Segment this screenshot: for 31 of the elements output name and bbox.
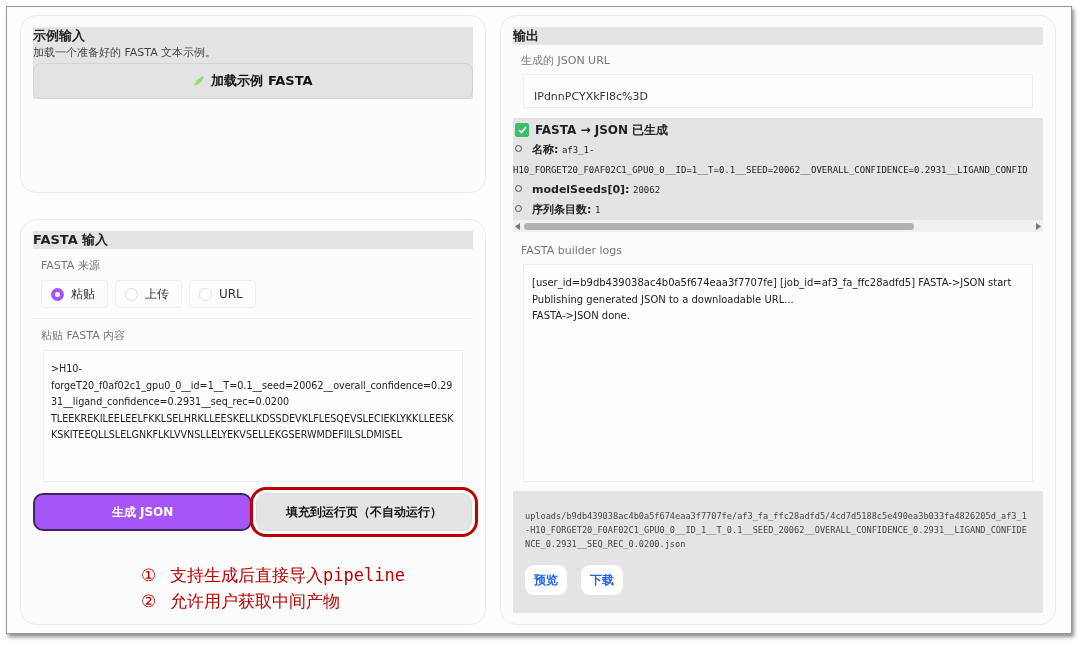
url-field[interactable]: IPdnnPCYXkFl8c%3D — [523, 74, 1033, 108]
radio-option[interactable]: 粘贴 — [41, 280, 108, 308]
logs-area: [user_id=b9db439038ac4b0a5f674eaa3f7707fe] [job_id=af3_fa_ffc28adfd5] FASTA->JSON start Publishing generated JSON to a downloadable URL... FASTA->JSON done. — [523, 264, 1033, 482]
fasta-text-area[interactable]: >H10-forgeT20_f0af02c1_gpu0_0__id=1__T=0.1__seed=20062__overall_confidence=0.2931__ligand_confidence=0.2931__seq_rec=0.0200 TLEEKREKILEELEELFKKLSELHRKLLEESKELLKDSSDEVKLFLESQEVSLECIEKLYKKLLEESKKSKITEEQLLSLELGNKFLKLVVNSLLELYEKVSELLEKGSERWMDEFIILSLDMISEL — [43, 350, 463, 482]
summary-title: FASTA → JSON 已生成 — [535, 122, 669, 139]
radio-option[interactable]: URL — [189, 280, 256, 308]
section-title: FASTA 输入 — [33, 231, 110, 249]
summary-item: modelSeeds[0]: 20062 — [513, 180, 1043, 200]
annotation-text: 允许用户获取中间产物 — [170, 590, 340, 613]
generate-button[interactable]: 生成 JSON — [33, 493, 252, 531]
section-title: 示例输入 — [33, 27, 86, 45]
file-path: uploads/b9db439038ac4b0a5f674eaa3f7707fe/af3_fa_ffc28adfd5/4cd7d5188c5e490ea3b033fa4826205d_af3_1-H10_FORGET20_F0AF02C1_GPU0_0__ID_1__T_0.1__SEED_20062__OVERALL_CONFIDENCE_0.2931__LIGAND_CONFIDENCE_0.2931__SEQ_REC_0.0200.json — [525, 510, 1028, 551]
section-title: 输出 — [513, 27, 540, 45]
field-label: 生成的 JSON URL — [520, 54, 611, 68]
annotation-number: ② — [141, 590, 156, 613]
field-label: FASTA 来源 — [40, 259, 101, 273]
horizontal-scrollbar[interactable] — [513, 220, 1043, 232]
summary-item: 名称: af3_1-H10_FORGET20_F0AF02C1_GPU0_0__ID=1__T=0.1__SEED=20062__OVERALL_CONFIDENCE=0.2931__LIGAND_CONFID — [513, 142, 1029, 177]
field-label: 粘贴 FASTA 内容 — [40, 329, 127, 343]
pencil-icon — [193, 75, 206, 87]
summary-item: 序列条目数: 1 — [513, 200, 1043, 220]
annotation-number: ① — [141, 564, 156, 587]
preview-button[interactable]: 预览 — [525, 565, 567, 595]
scroll-right-icon[interactable] — [1035, 222, 1041, 230]
annotation-text: 支持生成后直接导入pipeline — [170, 564, 405, 587]
section-description: 加载一个准备好的 FASTA 文本示例。 — [33, 45, 218, 60]
scroll-left-icon[interactable] — [515, 222, 521, 230]
field-label: FASTA builder logs — [520, 244, 624, 258]
radio-option[interactable]: 上传 — [115, 280, 182, 308]
load-example-button[interactable]: 加载示例 FASTA — [33, 63, 473, 99]
download-button[interactable]: 下载 — [581, 565, 623, 595]
